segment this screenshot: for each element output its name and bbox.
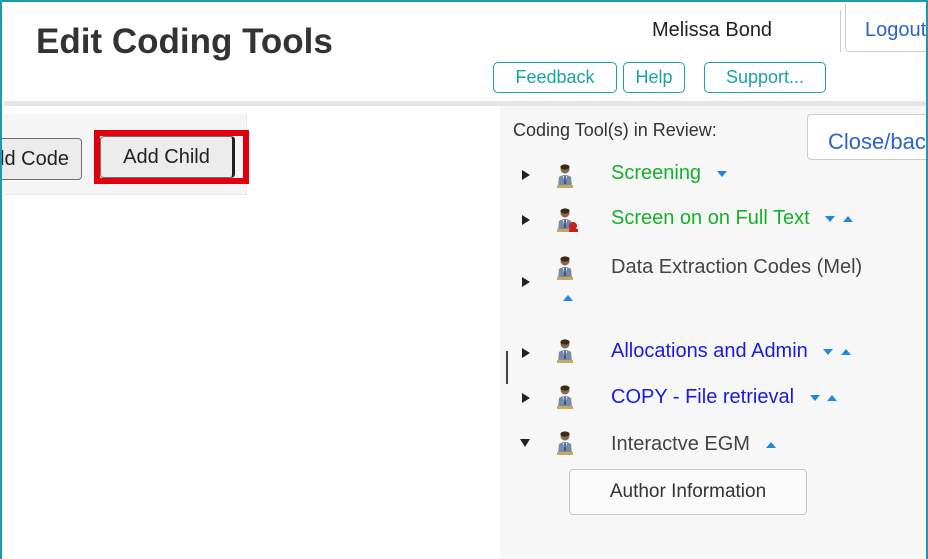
move-up-icon[interactable] <box>563 295 573 301</box>
support-button[interactable]: Support... <box>704 62 826 93</box>
tool-label: Allocations and Admin <box>611 340 808 362</box>
expand-caret-icon[interactable] <box>521 214 531 226</box>
user-name: Melissa Bond <box>652 19 773 41</box>
panel-splitter[interactable] <box>506 351 508 384</box>
header-divider <box>840 10 841 52</box>
person-icon <box>553 255 579 281</box>
tool-label: Screening <box>611 162 702 184</box>
tool-label: COPY - File retrieval <box>611 386 795 408</box>
move-up-icon[interactable] <box>765 441 776 448</box>
expand-caret-icon[interactable] <box>521 276 531 288</box>
child-code-author-information[interactable]: Author Information <box>569 469 807 515</box>
close-back-button[interactable]: Close/back <box>807 114 926 160</box>
tool-name[interactable]: Interactve EGM <box>611 433 776 456</box>
move-down-icon[interactable] <box>809 394 820 401</box>
move-down-icon[interactable] <box>716 170 727 177</box>
collapse-caret-icon[interactable] <box>519 438 531 448</box>
window-frame: Edit Coding Tools Melissa Bond Logout Fe… <box>0 0 928 559</box>
person-icon <box>553 384 579 410</box>
highlight-box <box>94 130 249 184</box>
tool-name[interactable]: Screening <box>611 162 727 185</box>
expand-caret-icon[interactable] <box>521 347 531 359</box>
tool-name[interactable]: Screen on on Full Text <box>611 207 853 230</box>
move-down-icon[interactable] <box>823 348 834 355</box>
person-icon <box>553 430 579 456</box>
tool-name[interactable]: Allocations and Admin <box>611 340 851 363</box>
tool-name[interactable]: COPY - File retrieval <box>611 386 838 409</box>
move-down-icon[interactable] <box>825 215 836 222</box>
logout-link[interactable]: Logout <box>845 4 926 52</box>
move-up-icon[interactable] <box>842 215 853 222</box>
person-icon <box>553 163 579 189</box>
review-label: Coding Tool(s) in Review: <box>513 120 717 140</box>
expand-caret-icon[interactable] <box>521 392 531 404</box>
person-edit-icon <box>553 207 578 232</box>
person-icon <box>553 338 579 364</box>
feedback-button[interactable]: Feedback <box>493 62 617 93</box>
move-up-icon[interactable] <box>827 394 838 401</box>
tool-label: Interactve EGM <box>611 433 750 455</box>
move-up-icon[interactable] <box>840 348 851 355</box>
tool-name[interactable]: Data Extraction Codes (Mel) <box>611 256 862 279</box>
help-button[interactable]: Help <box>623 62 685 93</box>
tool-label: Screen on on Full Text <box>611 207 810 229</box>
expand-caret-icon[interactable] <box>521 169 531 181</box>
add-code-button[interactable]: Add Code <box>2 138 82 180</box>
page-title: Edit Coding Tools <box>36 22 333 61</box>
